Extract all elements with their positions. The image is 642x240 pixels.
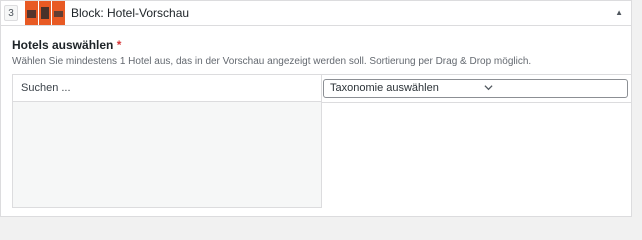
- selected-hotels-list[interactable]: [322, 102, 631, 208]
- block-title: Block: Hotel-Vorschau: [71, 6, 190, 20]
- thumbnail-image: [25, 1, 38, 25]
- field-description: Wählen Sie mindestens 1 Hotel aus, das i…: [12, 56, 532, 67]
- taxonomy-select[interactable]: Taxonomie auswählen: [323, 79, 628, 98]
- taxonomy-select-value: Taxonomie auswählen: [330, 82, 439, 94]
- thumbnail-image: [38, 1, 52, 25]
- field-label: Hotels auswählen *: [12, 38, 121, 52]
- thumbnail-image: [52, 1, 65, 25]
- available-hotels-column: Suchen ...: [13, 75, 322, 207]
- block-number: 3: [4, 5, 18, 21]
- field-label-text: Hotels auswählen: [12, 38, 114, 52]
- search-input[interactable]: Suchen ...: [13, 75, 321, 102]
- chevron-down-icon: [484, 85, 493, 91]
- required-marker: *: [116, 38, 122, 52]
- block-header[interactable]: 3 Block: Hotel-Vorschau ▲: [1, 1, 631, 26]
- block-preview-thumbnails: [25, 1, 65, 25]
- collapse-toggle-icon[interactable]: ▲: [615, 8, 623, 17]
- relationship-selector: Suchen ... Taxonomie auswählen: [12, 74, 632, 208]
- available-hotels-list[interactable]: [13, 102, 321, 207]
- block-panel: 3 Block: Hotel-Vorschau ▲ Hotels auswähl…: [0, 0, 632, 217]
